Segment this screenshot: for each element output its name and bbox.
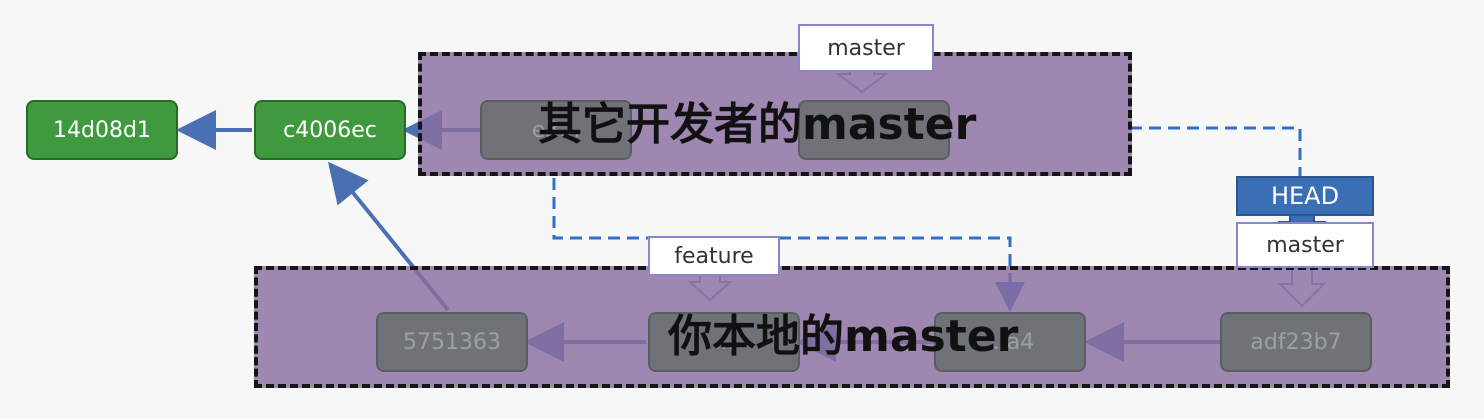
region-title-local-master: 你本地的master (668, 311, 1019, 362)
ref-label-master-top: master (798, 24, 934, 72)
ref-label-master-local: master (1236, 222, 1374, 268)
commit-label: c4006ec (283, 117, 377, 143)
commit-node-adf23b7: adf23b7 (1220, 312, 1372, 372)
region-title-other-master: 其它开发者的master (538, 99, 977, 150)
commit-node-5751363: 5751363 (376, 312, 528, 372)
commit-node-14d08d1: 14d08d1 (26, 100, 178, 160)
git-diagram: 14d08d1 c4006ec e3... 其它开发者的master maste… (0, 0, 1484, 419)
ref-label-feature: feature (648, 236, 780, 276)
commit-label: 14d08d1 (53, 117, 151, 143)
dashed-line-head (1130, 126, 1302, 176)
commit-label: adf23b7 (1250, 329, 1342, 355)
ref-label-head: HEAD (1236, 176, 1374, 216)
commit-label: 5751363 (403, 329, 501, 355)
commit-node-c4006ec: c4006ec (254, 100, 406, 160)
